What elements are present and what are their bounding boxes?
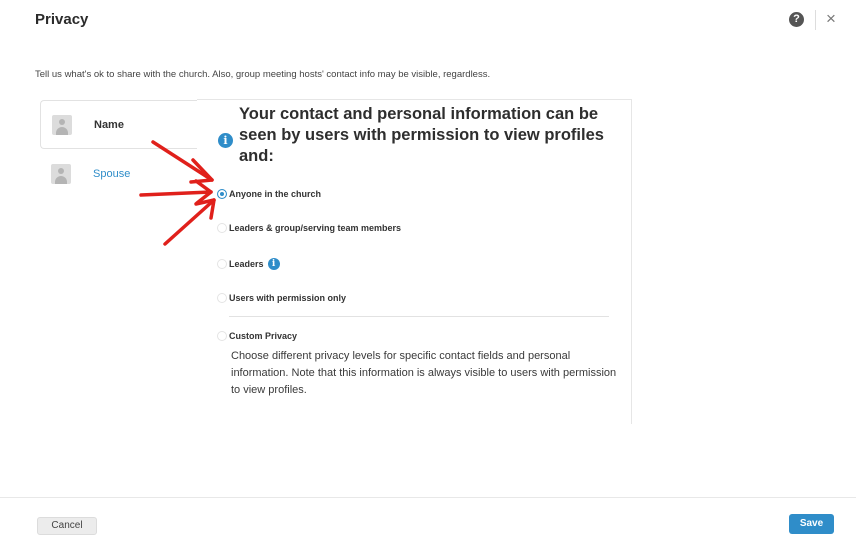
option-users-with-permission[interactable]: Users with permission only: [217, 293, 346, 303]
close-icon[interactable]: ×: [826, 9, 836, 29]
radio-checked[interactable]: [217, 189, 227, 199]
heading-line: seen by users with permission to view pr…: [239, 126, 604, 144]
heading-line: and:: [239, 147, 274, 165]
option-label: Custom Privacy: [229, 331, 298, 341]
radio-unchecked[interactable]: [217, 293, 227, 303]
header-divider: [815, 10, 816, 30]
cancel-button[interactable]: Cancel: [37, 517, 97, 535]
help-circle-icon[interactable]: ?: [789, 12, 804, 27]
modal-title: Privacy: [35, 11, 89, 28]
footer-divider: [0, 497, 856, 498]
option-label: Leaders: [229, 259, 264, 269]
intro-text: Tell us what's ok to share with the chur…: [35, 69, 491, 80]
save-button[interactable]: Save: [789, 514, 834, 534]
option-label: Leaders & group/serving team members: [229, 223, 402, 233]
radio-unchecked[interactable]: [217, 331, 227, 341]
radio-unchecked[interactable]: [217, 223, 227, 233]
person-item-name[interactable]: Name: [40, 100, 200, 149]
person-label: Name: [94, 118, 124, 131]
heading-line: Your contact and personal information ca…: [239, 105, 599, 123]
option-custom-privacy[interactable]: Custom Privacy: [217, 331, 297, 341]
person-list: Name Spouse: [40, 100, 200, 198]
panel-heading: Your contact and personal information ca…: [213, 104, 604, 167]
info-icon: i: [218, 133, 233, 148]
avatar-icon: [51, 163, 71, 184]
option-label: Anyone in the church: [229, 189, 322, 199]
privacy-panel: Your contact and personal information ca…: [197, 99, 632, 424]
radio-unchecked[interactable]: [217, 259, 227, 269]
info-icon[interactable]: i: [267, 258, 280, 270]
person-item-spouse[interactable]: Spouse: [40, 149, 200, 198]
option-leaders-and-team-members[interactable]: Leaders & group/serving team members: [217, 223, 401, 233]
option-leaders[interactable]: Leaders i: [217, 258, 280, 270]
option-anyone-in-church[interactable]: Anyone in the church: [217, 189, 321, 199]
custom-privacy-description: Choose different privacy levels for spec…: [231, 350, 617, 396]
person-link[interactable]: Spouse: [93, 168, 130, 180]
option-divider: [229, 316, 609, 317]
option-label: Users with permission only: [229, 293, 347, 303]
avatar-icon: [52, 114, 72, 135]
